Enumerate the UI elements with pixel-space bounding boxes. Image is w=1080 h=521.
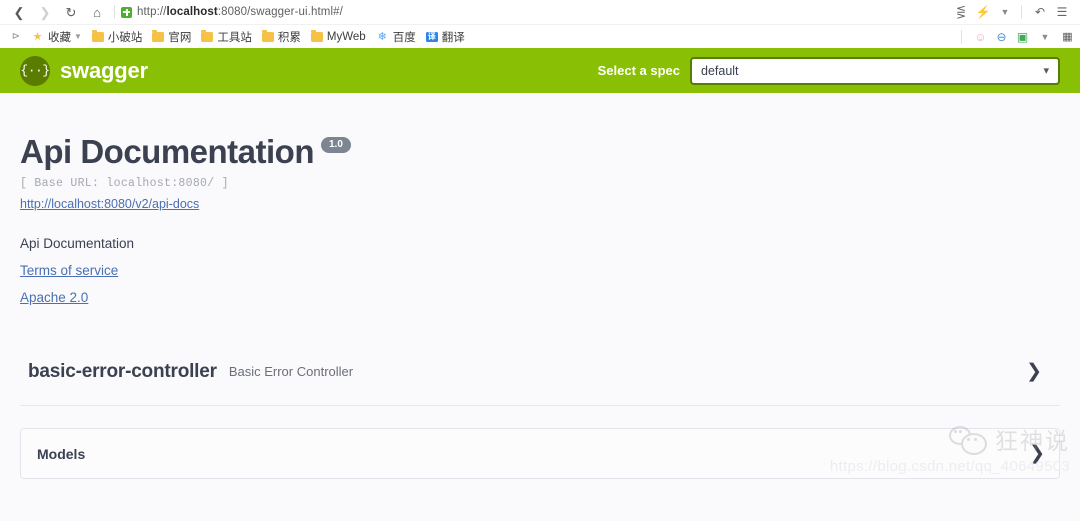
page-title: Api Documentation (20, 133, 315, 170)
bookmarks-bar: ⊳ ★ 收藏 ▼ 小破站 官网 工具站 积累 MyWeb ❄ 百度 译 翻译 ☺… (0, 24, 1080, 48)
lightning-icon[interactable]: ⚡ (973, 2, 993, 22)
chevron-down-icon: ▾ (1043, 65, 1049, 77)
bookmark-item-guanwang[interactable]: 官网 (147, 28, 196, 46)
swagger-brace-icon: {··} (20, 55, 50, 86)
bookmark-label: 官网 (168, 31, 192, 44)
chevron-down-icon[interactable]: ▼ (995, 2, 1015, 22)
models-title: Models (37, 445, 86, 462)
version-badge: 1.0 (321, 137, 351, 153)
spec-selector: Select a spec default ▾ (597, 56, 1060, 85)
translate-extension-icon[interactable]: ▣ (1014, 28, 1031, 45)
bookmark-item-myweb[interactable]: MyWeb (306, 28, 371, 46)
browser-chrome: ❮ ❯ ↻ ⌂ http://localhost:8080/swagger-ui… (0, 0, 1080, 48)
bookmark-item-gongjuzhan[interactable]: 工具站 (196, 28, 257, 46)
share-icon[interactable]: ⋚ (951, 2, 971, 22)
folder-icon (91, 29, 104, 42)
spec-selector-label: Select a spec (597, 63, 680, 78)
api-info-block: Api Documentation 1.0 [ Base URL: localh… (20, 93, 1060, 305)
reload-button[interactable]: ↻ (58, 1, 84, 23)
extensions-divider (961, 29, 962, 44)
chevron-right-icon[interactable]: ❯ (1026, 360, 1054, 383)
cat-extension-icon[interactable]: ☺ (972, 28, 989, 45)
bookmark-item-fanyi[interactable]: 译 翻译 (421, 28, 470, 46)
chevron-down-icon: ▼ (74, 32, 82, 41)
folder-icon (310, 29, 323, 42)
bookmark-label: 小破站 (107, 31, 143, 44)
folder-icon (261, 29, 274, 42)
bookmark-item-favorites[interactable]: ★ 收藏 ▼ (26, 28, 87, 46)
adblock-extension-icon[interactable]: ⊖ (993, 28, 1010, 45)
swagger-logo-text: swagger (60, 57, 148, 83)
shield-secure-icon (121, 6, 132, 18)
bookmark-item-xiaoposhan[interactable]: 小破站 (87, 28, 148, 46)
terms-of-service-link[interactable]: Terms of service (20, 263, 1060, 278)
chevron-right-icon[interactable]: ❯ (1029, 442, 1045, 465)
toolbar-divider (114, 5, 115, 19)
models-panel[interactable]: Models ❯ (20, 428, 1060, 479)
extension-icons: ☺ ⊖ ▣ ▼ ▦ (957, 25, 1076, 48)
api-docs-link[interactable]: http://localhost:8080/v2/api-docs (20, 197, 199, 211)
tag-description: Basic Error Controller (228, 364, 354, 379)
toolbar-divider-2 (1021, 5, 1022, 19)
url-path: :8080/swagger-ui.html#/ (217, 6, 343, 18)
folder-icon (152, 29, 165, 42)
url-scheme: http:// (137, 6, 167, 18)
url-host: localhost (166, 6, 218, 18)
navigation-buttons: ❮ ❯ ↻ ⌂ (0, 1, 121, 23)
license-link[interactable]: Apache 2.0 (20, 290, 1060, 305)
api-title-line: Api Documentation 1.0 (20, 135, 1060, 168)
home-button[interactable]: ⌂ (84, 1, 110, 23)
spec-select-value: default (701, 63, 739, 78)
grid-menu-icon[interactable]: ▦ (1059, 28, 1076, 45)
forward-button[interactable]: ❯ (32, 1, 58, 23)
tag-name: basic-error-controller (28, 360, 217, 382)
bookmark-item-jilei[interactable]: 积累 (257, 28, 306, 46)
bookmark-label: 收藏 (48, 31, 71, 44)
bookmark-label: 工具站 (217, 31, 252, 44)
api-description: Api Documentation (20, 236, 135, 251)
baidu-icon: ❄ (377, 30, 387, 43)
tag-header[interactable]: basic-error-controller Basic Error Contr… (20, 350, 1060, 393)
star-folder-icon: ★ (32, 30, 43, 43)
bookmark-label: 积累 (277, 31, 301, 44)
undo-icon[interactable]: ↶ (1030, 2, 1050, 22)
back-button[interactable]: ❮ (6, 1, 32, 23)
bookmark-item-baidu[interactable]: ❄ 百度 (371, 28, 421, 46)
swagger-logo[interactable]: {··} swagger (20, 55, 148, 86)
address-bar[interactable]: http://localhost:8080/swagger-ui.html#/ (121, 2, 951, 22)
bookmarks-expand-icon[interactable]: ⊳ (6, 31, 26, 42)
bookmark-label: MyWeb (326, 30, 366, 43)
folder-icon (201, 29, 214, 42)
base-url-text: [ Base URL: localhost:8080/ ] (20, 177, 229, 190)
bookmark-label: 百度 (392, 31, 416, 44)
chevron-down-icon[interactable]: ▼ (1035, 27, 1055, 47)
spec-select-dropdown[interactable]: default ▾ (690, 56, 1060, 85)
toolbar-actions: ⋚ ⚡ ▼ ↶ ☰ (951, 2, 1080, 22)
swagger-topbar: {··} swagger Select a spec default ▾ (0, 48, 1080, 93)
translate-icon: 译 (425, 31, 438, 42)
swagger-ui-content: Api Documentation 1.0 [ Base URL: localh… (0, 93, 1080, 479)
menu-icon[interactable]: ☰ (1052, 2, 1072, 22)
bookmark-label: 翻译 (441, 31, 465, 44)
browser-toolbar: ❮ ❯ ↻ ⌂ http://localhost:8080/swagger-ui… (0, 0, 1080, 24)
tag-section-basic-error-controller: basic-error-controller Basic Error Contr… (20, 350, 1060, 406)
